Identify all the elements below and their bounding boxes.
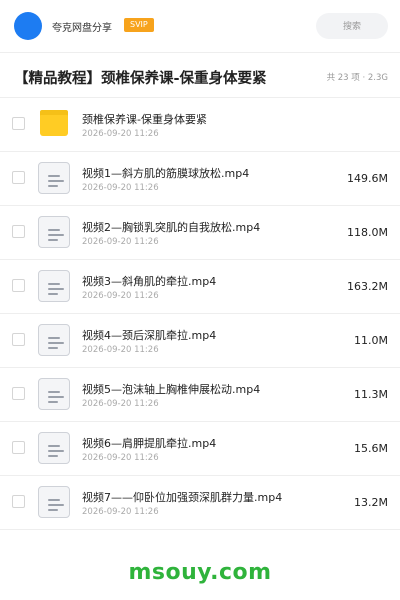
row-checkbox[interactable] <box>12 117 25 130</box>
file-size: 163.2M <box>347 280 388 293</box>
file-name: 视频6—肩胛提肌牵拉.mp4 <box>82 437 217 450</box>
file-name: 视频1—斜方肌的筋膜球放松.mp4 <box>82 167 250 180</box>
avatar[interactable] <box>14 12 42 40</box>
row-checkbox[interactable] <box>12 387 25 400</box>
document-icon <box>38 216 70 248</box>
search-button[interactable]: 搜索 <box>316 13 388 39</box>
file-name: 视频7——仰卧位加强颈深肌群力量.mp4 <box>82 491 283 504</box>
watermark-text: msouy.com <box>128 560 272 585</box>
row-checkbox[interactable] <box>12 279 25 292</box>
svip-badge: SVIP <box>124 18 154 32</box>
file-row[interactable]: 视频1—斜方肌的筋膜球放松.mp4 2026-09-20 11:26 149.6M <box>0 152 400 206</box>
file-name: 颈椎保养课-保重身体要紧 <box>82 113 207 126</box>
row-checkbox[interactable] <box>12 225 25 238</box>
document-icon <box>38 324 70 356</box>
file-row[interactable]: 视频6—肩胛提肌牵拉.mp4 2026-09-20 11:26 15.6M <box>0 422 400 476</box>
document-icon <box>38 432 70 464</box>
row-checkbox[interactable] <box>12 333 25 346</box>
top-header: 夸克网盘分享 SVIP 搜索 <box>0 0 400 52</box>
file-row[interactable]: 视频5—泡沫轴上胸椎伸展松动.mp4 2026-09-20 11:26 11.3M <box>0 368 400 422</box>
file-date: 2026-09-20 11:26 <box>82 183 159 193</box>
file-date: 2026-09-20 11:26 <box>82 399 159 409</box>
file-size: 11.0M <box>354 334 388 347</box>
file-size: 11.3M <box>354 388 388 401</box>
file-date: 2026-09-20 11:26 <box>82 453 159 463</box>
file-date: 2026-09-20 11:26 <box>82 345 159 355</box>
file-row[interactable]: 视频7——仰卧位加强颈深肌群力量.mp4 2026-09-20 11:26 13.2… <box>0 476 400 530</box>
page-title: 【精品教程】颈椎保养课-保重身体要紧 <box>14 71 267 87</box>
file-size: 118.0M <box>347 226 388 239</box>
document-icon <box>38 378 70 410</box>
row-checkbox[interactable] <box>12 495 25 508</box>
file-date: 2026-09-20 11:26 <box>82 237 159 247</box>
file-name: 视频3—斜角肌的牵拉.mp4 <box>82 275 217 288</box>
folder-row[interactable]: 颈椎保养课-保重身体要紧 2026-09-20 11:26 <box>0 98 400 152</box>
username: 夸克网盘分享 <box>52 23 112 34</box>
document-icon <box>38 270 70 302</box>
file-size: 15.6M <box>354 442 388 455</box>
file-date: 2026-09-20 11:26 <box>82 291 159 301</box>
file-date: 2026-09-20 11:26 <box>82 129 159 139</box>
file-row[interactable]: 视频4—颈后深肌牵拉.mp4 2026-09-20 11:26 11.0M <box>0 314 400 368</box>
file-name: 视频4—颈后深肌牵拉.mp4 <box>82 329 217 342</box>
document-icon <box>38 162 70 194</box>
file-size: 149.6M <box>347 172 388 185</box>
file-date: 2026-09-20 11:26 <box>82 507 159 517</box>
file-list: 颈椎保养课-保重身体要紧 2026-09-20 11:26 视频1—斜方肌的筋膜球放… <box>0 98 400 530</box>
file-name: 视频5—泡沫轴上胸椎伸展松动.mp4 <box>82 383 261 396</box>
share-meta: 共 23 项 · 2.3G <box>326 73 388 83</box>
file-row[interactable]: 视频3—斜角肌的牵拉.mp4 2026-09-20 11:26 163.2M <box>0 260 400 314</box>
file-name: 视频2—胸锁乳突肌的自我放松.mp4 <box>82 221 261 234</box>
file-size: 13.2M <box>354 496 388 509</box>
folder-icon <box>38 108 70 140</box>
row-checkbox[interactable] <box>12 441 25 454</box>
document-icon <box>38 486 70 518</box>
row-checkbox[interactable] <box>12 171 25 184</box>
share-title-bar: 【精品教程】颈椎保养课-保重身体要紧 共 23 项 · 2.3G <box>0 52 400 98</box>
file-row[interactable]: 视频2—胸锁乳突肌的自我放松.mp4 2026-09-20 11:26 118.0M <box>0 206 400 260</box>
